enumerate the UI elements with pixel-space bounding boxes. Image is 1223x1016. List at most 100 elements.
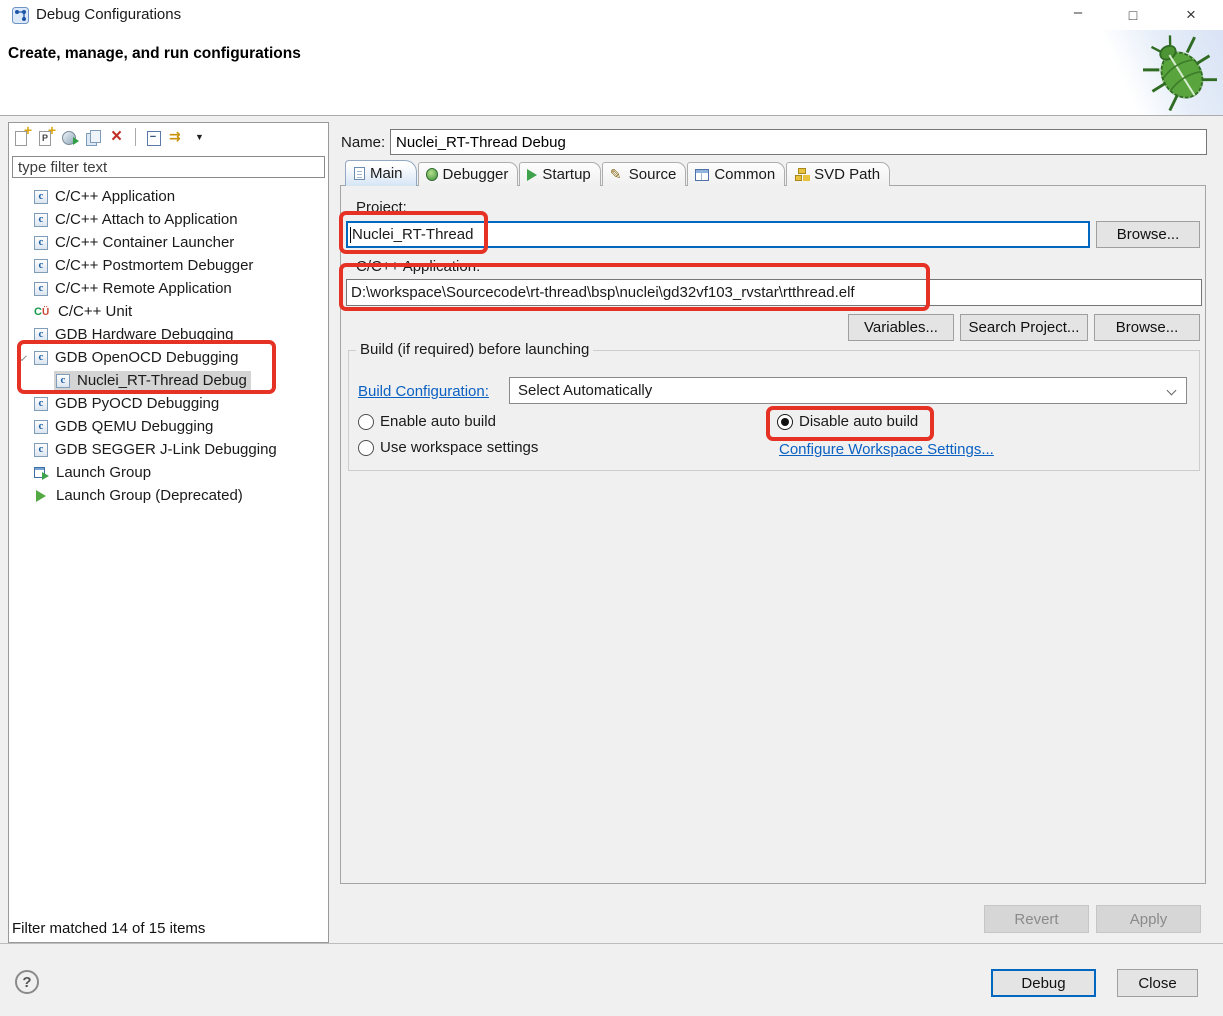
banner-artwork: [1063, 30, 1223, 115]
tab-common[interactable]: Common: [687, 162, 785, 186]
tree-item-label: GDB SEGGER J-Link Debugging: [55, 441, 277, 458]
use-workspace-settings-radio[interactable]: Use workspace settings: [358, 439, 538, 456]
tree-item[interactable]: Nuclei_RT-Thread Debug: [9, 369, 328, 392]
collapse-all-icon[interactable]: [145, 129, 162, 146]
tree-item-label: C/C++ Postmortem Debugger: [55, 257, 253, 274]
radio-off-icon: [358, 440, 374, 456]
svd-tab-icon: [794, 168, 809, 182]
minimize-button[interactable]: –: [1055, 0, 1101, 28]
tab-source[interactable]: Source: [602, 162, 687, 186]
expand-chevron-icon[interactable]: [17, 351, 27, 361]
main-tab-icon: [354, 167, 365, 180]
tab-debugger[interactable]: Debugger: [418, 162, 519, 186]
bug-illustration-icon: [1143, 32, 1217, 112]
tree-item-label: C/C++ Application: [55, 188, 175, 205]
tab-svd-path[interactable]: SVD Path: [786, 162, 890, 186]
tree-item[interactable]: C/C++ Remote Application: [9, 277, 328, 300]
debug-configurations-icon: [12, 7, 29, 24]
tree-item[interactable]: C/C++ Postmortem Debugger: [9, 254, 328, 277]
tree-item[interactable]: GDB OpenOCD Debugging: [9, 346, 328, 369]
page-title: Create, manage, and run configurations: [8, 45, 301, 63]
help-button[interactable]: ?: [15, 970, 39, 994]
tree-item[interactable]: Launch Group (Deprecated): [9, 484, 328, 507]
tree-item-label: GDB OpenOCD Debugging: [55, 349, 238, 366]
app-action-buttons: Variables...Search Project...Browse...: [848, 314, 1200, 341]
tab-main[interactable]: Main: [345, 160, 417, 186]
build-group-title: Build (if required) before launching: [356, 341, 593, 358]
variables-button[interactable]: Variables...: [848, 314, 954, 341]
debug-button[interactable]: Debug: [991, 969, 1096, 997]
title-bar: Debug Configurations – □ ×: [0, 0, 1223, 30]
search-project-button[interactable]: Search Project...: [960, 314, 1088, 341]
c-config-icon: [34, 282, 48, 296]
cpp-unit-icon: [34, 305, 51, 319]
tree-item-label: C/C++ Container Launcher: [55, 234, 234, 251]
c-config-icon: [34, 420, 48, 434]
tree-item[interactable]: GDB SEGGER J-Link Debugging: [9, 438, 328, 461]
tree-item-label: Nuclei_RT-Thread Debug: [77, 372, 247, 389]
config-tabs: Main Debugger Startup SourceCommon SVD Path: [345, 160, 891, 186]
filter-status-text: Filter matched 14 of 15 items: [12, 920, 205, 937]
delete-configuration-icon[interactable]: [109, 129, 126, 146]
tab-label: SVD Path: [814, 166, 880, 183]
tree-item[interactable]: C/C++ Container Launcher: [9, 231, 328, 254]
configurations-panel: C/C++ Application C/C++ Attach to Applica…: [8, 122, 329, 943]
c-config-icon: [34, 190, 48, 204]
name-input[interactable]: [390, 129, 1207, 155]
enable-auto-build-radio[interactable]: Enable auto build: [358, 413, 496, 430]
tree-item[interactable]: C/C++ Attach to Application: [9, 208, 328, 231]
enable-auto-build-label: Enable auto build: [380, 413, 496, 430]
name-label: Name:: [341, 134, 385, 151]
tree-item[interactable]: Launch Group: [9, 461, 328, 484]
build-configuration-select[interactable]: Select Automatically: [509, 377, 1187, 404]
common-tab-icon: [695, 169, 709, 181]
c-config-icon: [56, 374, 70, 388]
tree-item[interactable]: GDB QEMU Debugging: [9, 415, 328, 438]
export-configuration-icon[interactable]: [61, 129, 78, 146]
tree-item-label: GDB QEMU Debugging: [55, 418, 213, 435]
config-tree: C/C++ Application C/C++ Attach to Applica…: [9, 185, 328, 507]
launch-group-deprecated-icon: [34, 489, 49, 503]
application-input[interactable]: D:\workspace\Sourcecode\rt-thread\bsp\nu…: [346, 279, 1202, 306]
tree-item[interactable]: GDB Hardware Debugging: [9, 323, 328, 346]
tab-label: Main: [370, 165, 403, 182]
project-browse-button[interactable]: Browse...: [1096, 221, 1200, 248]
duplicate-configuration-icon[interactable]: [85, 129, 102, 146]
filter-configurations-icon[interactable]: [169, 129, 186, 146]
config-toolbar: [13, 126, 210, 148]
configure-workspace-settings-link[interactable]: Configure Workspace Settings...: [779, 441, 994, 458]
tree-item[interactable]: GDB PyOCD Debugging: [9, 392, 328, 415]
tree-item-label: GDB PyOCD Debugging: [55, 395, 219, 412]
chevron-down-icon: [1167, 386, 1177, 396]
app-browse-button[interactable]: Browse...: [1094, 314, 1200, 341]
new-prototype-icon[interactable]: [37, 129, 54, 146]
build-configuration-link[interactable]: Build Configuration:: [358, 383, 489, 400]
radio-off-icon: [358, 414, 374, 430]
tree-item[interactable]: C/C++ Application: [9, 185, 328, 208]
disable-auto-build-radio[interactable]: Disable auto build: [777, 413, 918, 430]
project-input[interactable]: Nuclei_RT-Thread: [346, 221, 1090, 248]
maximize-button[interactable]: □: [1110, 0, 1156, 30]
build-group: Build (if required) before launching Bui…: [348, 350, 1200, 471]
close-button[interactable]: Close: [1117, 969, 1198, 997]
c-config-icon: [34, 397, 48, 411]
project-value: Nuclei_RT-Thread: [352, 226, 473, 243]
footer-divider: [0, 943, 1223, 944]
tree-item[interactable]: C/C++ Unit: [9, 300, 328, 323]
close-window-button[interactable]: ×: [1168, 0, 1214, 30]
apply-button[interactable]: Apply: [1096, 905, 1201, 933]
tab-label: Startup: [542, 166, 590, 183]
use-workspace-settings-label: Use workspace settings: [380, 439, 538, 456]
c-config-icon: [34, 236, 48, 250]
revert-button[interactable]: Revert: [984, 905, 1089, 933]
toolbar-separator: [135, 128, 136, 146]
tab-startup[interactable]: Startup: [519, 162, 600, 186]
filter-input[interactable]: [12, 156, 325, 178]
new-configuration-icon[interactable]: [13, 129, 30, 146]
disable-auto-build-label: Disable auto build: [799, 413, 918, 430]
debugger-tab-icon: [426, 168, 438, 181]
tree-item-label: GDB Hardware Debugging: [55, 326, 233, 343]
header-divider: [0, 115, 1223, 116]
c-config-icon: [34, 443, 48, 457]
menu-dropdown-icon[interactable]: [193, 129, 210, 146]
